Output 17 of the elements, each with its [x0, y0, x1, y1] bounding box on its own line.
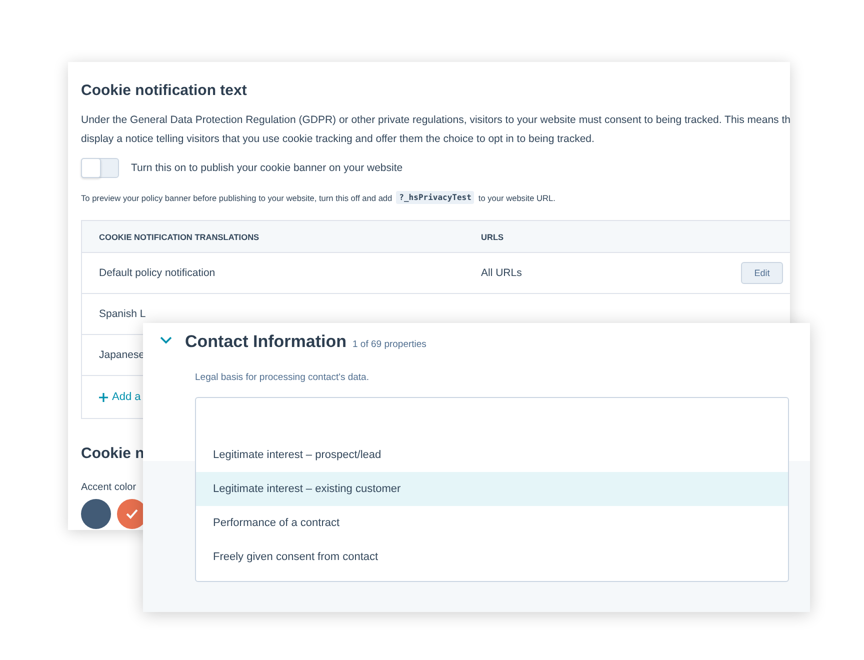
section-title: Cookie notification text — [81, 82, 248, 99]
table-cell-text: Japanese — [99, 349, 146, 361]
column-header: URLS — [481, 232, 504, 242]
table-cell: All URLs — [481, 267, 522, 279]
toggle-label: Turn this on to publish your cookie banner on your website — [131, 162, 403, 174]
description-text: display a notice telling visitors that you use cookie tracking and offer them the choice to opt in to being tracked. — [81, 132, 596, 147]
field-label: Legal basis for processing contact's data. — [195, 372, 370, 383]
table-cell-text: Default policy notification — [99, 267, 216, 279]
preview-note: to your website URL. — [478, 192, 556, 202]
preview-note: To preview your policy banner before publishing to your website, turn this off and add — [81, 192, 392, 202]
section-title: Contact Information — [185, 332, 346, 352]
description-text: Under the General Data Protection Regulation (GDPR) or other private regulations, visitors to your website must consent to being tracked. This means th — [81, 113, 790, 128]
table-cell-text: Spanish L — [99, 308, 147, 320]
property-count: 1 of 69 properties — [352, 339, 426, 350]
field-label: Accent color — [81, 482, 136, 493]
code-snippet: ?_hsPrivacyTest — [396, 191, 474, 204]
column-header: COOKIE NOTIFICATION TRANSLATIONS — [99, 232, 260, 242]
